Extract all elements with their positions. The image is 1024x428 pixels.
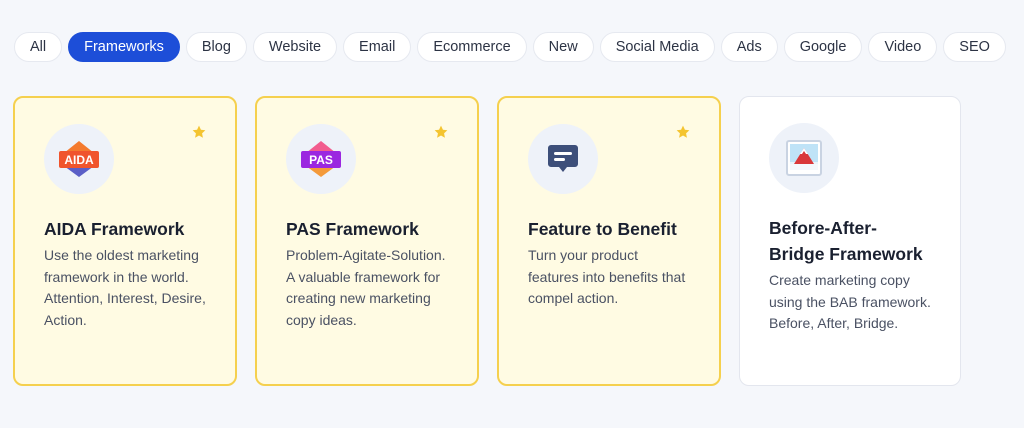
star-icon[interactable] xyxy=(675,124,691,140)
template-card-pas[interactable]: PAS PAS Framework Problem-Agitate-Soluti… xyxy=(255,96,479,386)
aida-logo-icon: AIDA xyxy=(44,124,114,194)
filter-chip-google[interactable]: Google xyxy=(783,32,863,62)
star-icon[interactable] xyxy=(433,124,449,140)
card-title: Before-After-Bridge Framework xyxy=(769,218,923,264)
filter-chip-all[interactable]: All xyxy=(14,32,63,62)
template-card-grid: AIDA AIDA Framework Use the oldest marke… xyxy=(13,96,961,386)
pas-logo-icon: PAS xyxy=(286,124,356,194)
card-description: Create marketing copy using the BAB fram… xyxy=(769,272,931,331)
message-icon xyxy=(528,124,598,194)
card-description: Turn your product features into benefits… xyxy=(528,247,686,306)
filter-chip-ecommerce[interactable]: Ecommerce xyxy=(417,32,527,62)
filter-chip-seo[interactable]: SEO xyxy=(943,32,1006,62)
card-title: AIDA Framework xyxy=(44,219,185,239)
category-filter-bar: All Frameworks Blog Website Email Ecomme… xyxy=(14,32,1006,62)
svg-text:AIDA: AIDA xyxy=(64,153,94,167)
card-title: PAS Framework xyxy=(286,219,419,239)
template-card-aida[interactable]: AIDA AIDA Framework Use the oldest marke… xyxy=(13,96,237,386)
svg-text:PAS: PAS xyxy=(309,153,333,167)
card-description: Problem-Agitate-Solution. A valuable fra… xyxy=(286,247,446,328)
card-title: Feature to Benefit xyxy=(528,219,677,239)
filter-chip-video[interactable]: Video xyxy=(868,32,938,62)
template-card-before-after-bridge[interactable]: Before-After-Bridge Framework Create mar… xyxy=(739,96,961,386)
star-icon[interactable] xyxy=(191,124,207,140)
card-description: Use the oldest marketing framework in th… xyxy=(44,247,206,328)
filter-chip-ads[interactable]: Ads xyxy=(720,32,778,62)
filter-chip-email[interactable]: Email xyxy=(343,32,412,62)
filter-chip-frameworks[interactable]: Frameworks xyxy=(68,32,180,62)
filter-chip-blog[interactable]: Blog xyxy=(185,32,247,62)
picture-icon xyxy=(769,123,839,193)
template-card-feature-to-benefit[interactable]: Feature to Benefit Turn your product fea… xyxy=(497,96,721,386)
filter-chip-new[interactable]: New xyxy=(532,32,594,62)
filter-chip-website[interactable]: Website xyxy=(252,32,338,62)
filter-chip-social-media[interactable]: Social Media xyxy=(599,32,715,62)
